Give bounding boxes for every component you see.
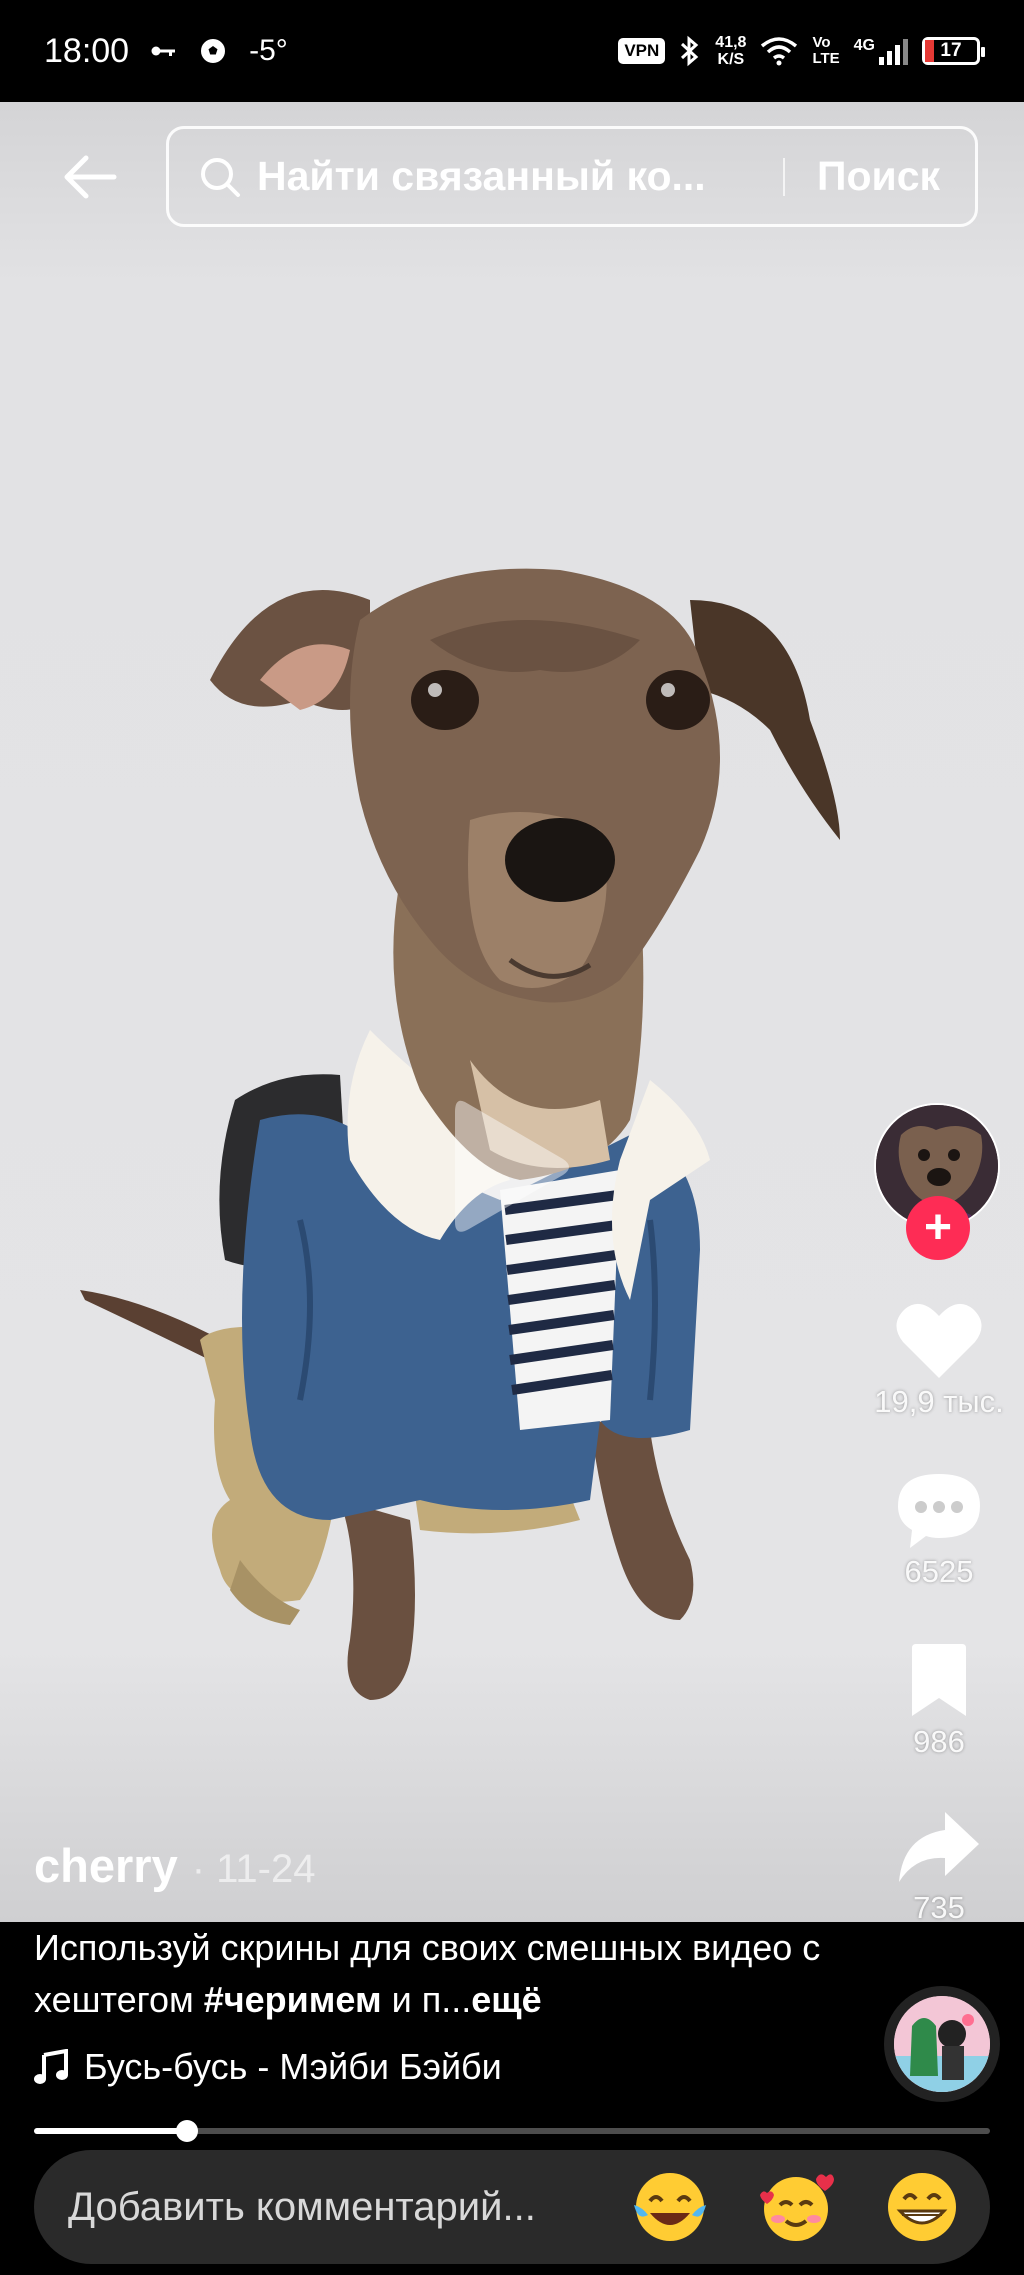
vpn-badge: VPN bbox=[618, 38, 666, 64]
heart-icon bbox=[896, 1303, 982, 1378]
tears-of-joy-emoji-icon[interactable] bbox=[628, 2165, 712, 2249]
post-description[interactable]: Используй скрины для своих смешных видео… bbox=[34, 1922, 864, 2026]
share-icon bbox=[899, 1812, 979, 1882]
bluetooth-icon bbox=[681, 35, 699, 67]
temperature: -5° bbox=[249, 34, 288, 67]
search-input[interactable]: Найти связанный ко... bbox=[257, 153, 757, 200]
like-count: 19,9 тыс. bbox=[874, 1384, 1004, 1419]
music-note-icon bbox=[34, 2049, 68, 2084]
search-button[interactable]: Поиск bbox=[817, 153, 940, 200]
music-info[interactable]: Бусь-бусь - Мэйби Бэйби bbox=[34, 2046, 502, 2088]
follow-button[interactable]: + bbox=[906, 1196, 970, 1260]
soccer-ball-icon bbox=[200, 38, 227, 64]
search-bar[interactable]: Найти связанный ко... Поиск bbox=[166, 126, 978, 227]
video-progress-bar[interactable] bbox=[34, 2120, 990, 2142]
comment-input[interactable]: Добавить комментарий... bbox=[68, 2185, 628, 2230]
clock: 18:00 bbox=[44, 31, 130, 70]
music-disc[interactable] bbox=[884, 1986, 1000, 2102]
bookmark-icon bbox=[912, 1644, 966, 1716]
back-arrow-icon bbox=[64, 155, 117, 199]
comment-bar[interactable]: Добавить комментарий... bbox=[34, 2150, 990, 2264]
grinning-emoji-icon[interactable] bbox=[880, 2165, 964, 2249]
music-title: Бусь-бусь - Мэйби Бэйби bbox=[84, 2046, 502, 2087]
search-divider bbox=[783, 157, 785, 196]
favorite-count: 986 bbox=[913, 1724, 965, 1759]
favorite-button[interactable]: 986 bbox=[859, 1644, 1019, 1760]
music-cover-art bbox=[894, 1996, 990, 2092]
post-date: · 11-24 bbox=[191, 1847, 316, 1891]
key-icon bbox=[151, 46, 176, 56]
comment-icon bbox=[898, 1474, 980, 1548]
smiling-hearts-emoji-icon[interactable] bbox=[754, 2165, 838, 2249]
expand-description-button[interactable]: ещё bbox=[471, 1979, 541, 2020]
description-suffix: и п... bbox=[381, 1979, 472, 2020]
comment-button[interactable]: 6525 bbox=[859, 1470, 1019, 1590]
share-button[interactable]: 735 bbox=[859, 1810, 1019, 1926]
wifi-icon bbox=[761, 37, 798, 66]
play-icon[interactable] bbox=[455, 1097, 575, 1237]
author-name[interactable]: cherry bbox=[34, 1838, 178, 1893]
like-button[interactable]: 19,9 тыс. bbox=[859, 1300, 1019, 1420]
progress-handle[interactable] bbox=[175, 2120, 198, 2142]
battery-indicator: 17 bbox=[922, 37, 985, 65]
hashtag-link[interactable]: #черимем bbox=[204, 1979, 382, 2020]
progress-fill bbox=[34, 2128, 187, 2134]
comment-count: 6525 bbox=[904, 1554, 974, 1589]
author-row: cherry · 11-24 bbox=[34, 1838, 316, 1893]
back-button[interactable] bbox=[50, 142, 130, 212]
network-speed: 41,8 K/S bbox=[715, 34, 747, 68]
status-bar: 18:00 -5° VPN 41,8 K/S Vo LTE 4G 17 bbox=[0, 0, 1024, 102]
search-icon bbox=[201, 157, 240, 197]
share-count: 735 bbox=[913, 1890, 965, 1925]
volte-indicator: Vo LTE bbox=[812, 34, 840, 67]
cell-signal-icon: 4G bbox=[854, 37, 908, 65]
